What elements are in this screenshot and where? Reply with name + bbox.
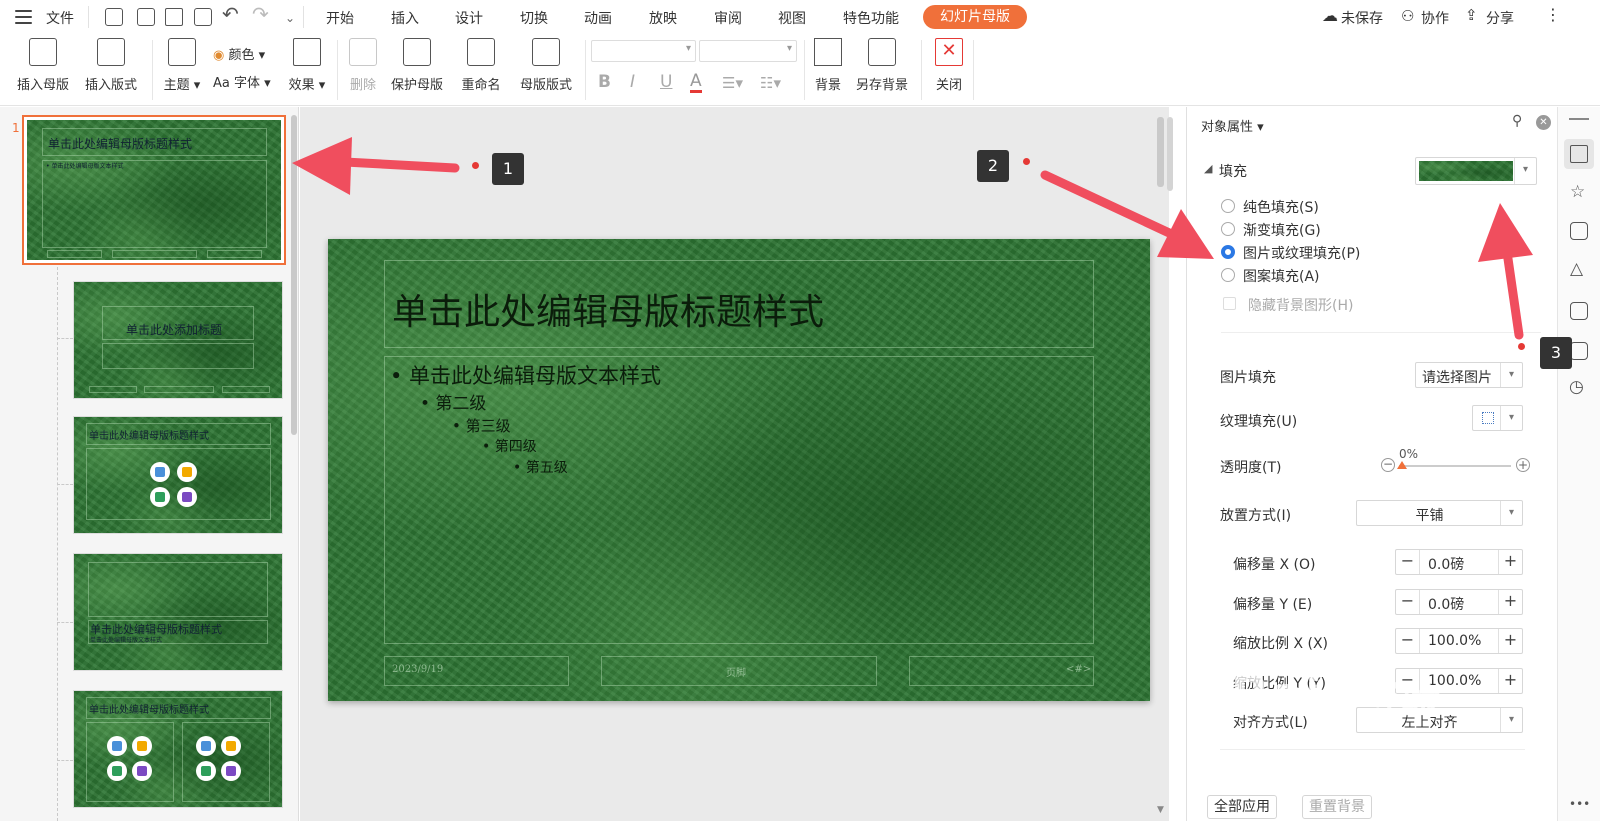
- annotation-badge-2: 2: [977, 150, 1009, 182]
- annotation-dot-1: [472, 162, 479, 169]
- wps-presentation-window: 文件 ↶ ↷ ⌄ 开始 插入 设计 切换 动画 放映 审阅 视图 特色功能 幻灯…: [0, 0, 1600, 821]
- baidu-watermark-logo: Bai☯经验: [1230, 666, 1440, 726]
- annotation-dot-3: [1518, 343, 1525, 350]
- annotation-dot-2: [1023, 158, 1030, 165]
- arrow-2: [1040, 170, 1214, 259]
- annotation-badge-1: 1: [492, 153, 524, 185]
- baidu-watermark-url: jingyan.baidu.com: [1256, 768, 1444, 789]
- annotation-badge-3: 3: [1540, 337, 1572, 369]
- arrow-3: [1478, 203, 1533, 340]
- arrow-1: [292, 137, 460, 195]
